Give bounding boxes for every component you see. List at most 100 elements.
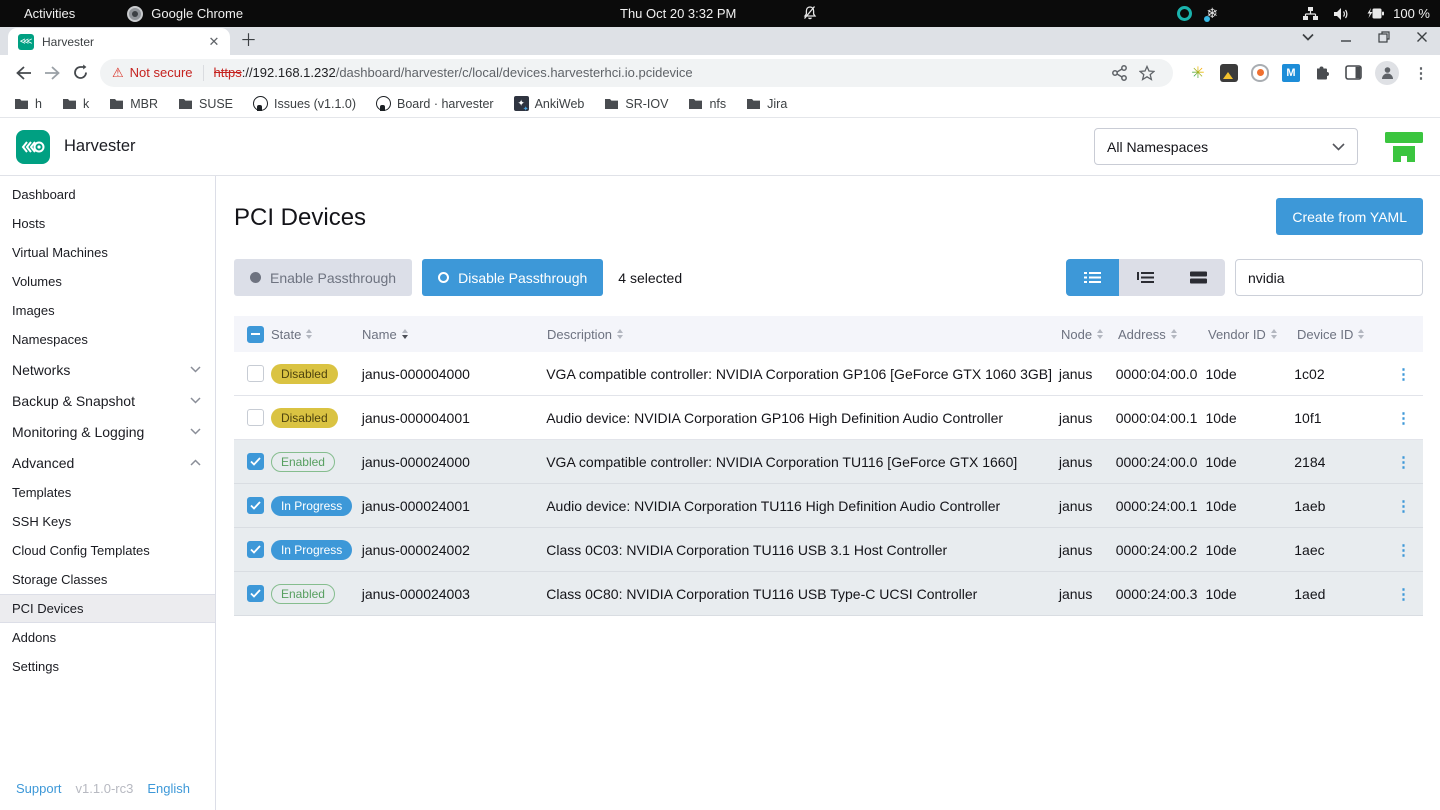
close-window-icon[interactable] [1416, 31, 1428, 43]
table-row[interactable]: Enabled janus-000024003 Class 0C80: NVID… [234, 572, 1423, 616]
sidebar-item-storage-classes[interactable]: Storage Classes [0, 565, 215, 594]
sidebar-group-advanced[interactable]: Advanced [0, 447, 215, 478]
sidebar-item-label: Templates [12, 485, 71, 500]
activities-button[interactable]: Activities [12, 6, 87, 21]
app-indicator-snowflake-icon[interactable]: ❄ [1206, 5, 1218, 22]
row-checkbox[interactable] [247, 497, 264, 514]
bookmark-folder-h[interactable]: h [14, 97, 42, 111]
sidebar-item-volumes[interactable]: Volumes [0, 267, 215, 296]
extension-colorful-icon[interactable]: ✳ [1189, 64, 1207, 82]
enable-passthrough-button[interactable]: Enable Passthrough [234, 259, 412, 296]
clock[interactable]: Thu Oct 20 3:32 PM [620, 0, 736, 27]
browser-tab-harvester[interactable]: ⋘ Harvester ✕ [8, 28, 230, 55]
sidebar-item-label: Storage Classes [12, 572, 107, 587]
view-cards-button[interactable] [1172, 259, 1225, 296]
sidebar-group-backup-snapshot[interactable]: Backup & Snapshot [0, 385, 215, 416]
network-icon[interactable] [1302, 6, 1319, 21]
minimize-icon[interactable] [1340, 31, 1352, 43]
column-header-device-id[interactable]: Device ID [1297, 327, 1399, 342]
bookmark-ankiweb[interactable]: ✦AnkiWeb [514, 96, 585, 111]
reload-button[interactable] [66, 59, 94, 87]
share-icon[interactable] [1105, 59, 1133, 87]
row-actions-kebab-icon[interactable]: ⋮ [1396, 454, 1411, 471]
profile-avatar[interactable] [1375, 61, 1399, 85]
address-bar[interactable]: ⚠ Not secure https://192.168.1.232/dashb… [100, 59, 1173, 87]
column-header-name[interactable]: Name [362, 327, 547, 342]
sidebar-item-cloud-config-templates[interactable]: Cloud Config Templates [0, 536, 215, 565]
extension-dark-icon[interactable] [1220, 64, 1238, 82]
extension-oval-icon[interactable] [1251, 64, 1269, 82]
bookmark-github-issues[interactable]: Issues (v1.1.0) [253, 96, 356, 111]
row-checkbox[interactable] [247, 409, 264, 426]
side-panel-icon[interactable] [1344, 64, 1362, 82]
column-header-node[interactable]: Node [1061, 327, 1118, 342]
row-checkbox[interactable] [247, 541, 264, 558]
bookmark-folder-suse[interactable]: SUSE [178, 97, 233, 111]
sidebar-item-settings[interactable]: Settings [0, 652, 215, 681]
tab-close-icon[interactable]: ✕ [206, 34, 222, 50]
rancher-logo[interactable] [1384, 129, 1424, 165]
language-link[interactable]: English [147, 781, 190, 796]
row-actions-kebab-icon[interactable]: ⋮ [1396, 586, 1411, 603]
sidebar-item-namespaces[interactable]: Namespaces [0, 325, 215, 354]
bookmark-folder-sriov[interactable]: SR-IOV [604, 97, 668, 111]
row-actions-kebab-icon[interactable]: ⋮ [1396, 498, 1411, 515]
sidebar-item-pci-devices[interactable]: PCI Devices [0, 594, 215, 623]
sidebar-group-monitoring-logging[interactable]: Monitoring & Logging [0, 416, 215, 447]
security-warning-icon[interactable]: ⚠ [112, 65, 124, 81]
bookmark-folder-k[interactable]: k [62, 97, 89, 111]
volume-icon[interactable] [1333, 7, 1349, 21]
bookmark-github-board[interactable]: Board · harvester [376, 96, 494, 111]
search-input[interactable] [1235, 259, 1423, 296]
sidebar-item-templates[interactable]: Templates [0, 478, 215, 507]
select-all-checkbox[interactable] [247, 326, 264, 343]
view-grouped-button[interactable] [1119, 259, 1172, 296]
column-header-vendor-id[interactable]: Vendor ID [1208, 327, 1297, 342]
view-list-button[interactable] [1066, 259, 1119, 296]
table-row[interactable]: Disabled janus-000004001 Audio device: N… [234, 396, 1423, 440]
row-actions-kebab-icon[interactable]: ⋮ [1396, 410, 1411, 427]
battery-icon[interactable] [1363, 7, 1385, 20]
sidebar-group-networks[interactable]: Networks [0, 354, 215, 385]
row-checkbox[interactable] [247, 365, 264, 382]
column-header-description[interactable]: Description [547, 327, 1061, 342]
create-from-yaml-button[interactable]: Create from YAML [1276, 198, 1423, 235]
sidebar-item-hosts[interactable]: Hosts [0, 209, 215, 238]
new-tab-button[interactable]: ＋ [240, 26, 257, 51]
page-url[interactable]: https://192.168.1.232/dashboard/harveste… [214, 65, 693, 80]
bookmark-folder-jira[interactable]: Jira [746, 97, 787, 111]
row-actions-kebab-icon[interactable]: ⋮ [1396, 366, 1411, 383]
row-checkbox[interactable] [247, 453, 264, 470]
sidebar-item-addons[interactable]: Addons [0, 623, 215, 652]
table-row[interactable]: Disabled janus-000004000 VGA compatible … [234, 352, 1423, 396]
app-indicator-ring-icon[interactable] [1177, 6, 1192, 21]
namespace-filter-select[interactable]: All Namespaces [1094, 128, 1358, 165]
sidebar-item-images[interactable]: Images [0, 296, 215, 325]
focused-app-indicator[interactable]: Google Chrome [127, 6, 243, 22]
harvester-logo[interactable] [16, 130, 50, 164]
row-checkbox[interactable] [247, 585, 264, 602]
bookmark-folder-mbr[interactable]: MBR [109, 97, 158, 111]
column-header-address[interactable]: Address [1118, 327, 1208, 342]
notifications-muted-icon[interactable] [802, 5, 818, 21]
tab-search-chevron-icon[interactable] [1302, 33, 1314, 41]
extension-m-icon[interactable]: M [1282, 64, 1300, 82]
support-link[interactable]: Support [16, 781, 62, 796]
sidebar-item-ssh-keys[interactable]: SSH Keys [0, 507, 215, 536]
sidebar-item-virtual-machines[interactable]: Virtual Machines [0, 238, 215, 267]
disable-passthrough-button[interactable]: Disable Passthrough [422, 259, 603, 296]
row-actions-kebab-icon[interactable]: ⋮ [1396, 542, 1411, 559]
table-row[interactable]: In Progress janus-000024002 Class 0C03: … [234, 528, 1423, 572]
table-row[interactable]: In Progress janus-000024001 Audio device… [234, 484, 1423, 528]
column-header-state[interactable]: State [271, 327, 362, 342]
browser-menu-kebab-icon[interactable]: ⋮ [1412, 64, 1430, 82]
forward-button[interactable] [38, 59, 66, 87]
bookmark-star-icon[interactable] [1133, 59, 1161, 87]
table-row[interactable]: Enabled janus-000024000 VGA compatible c… [234, 440, 1423, 484]
back-button[interactable] [10, 59, 38, 87]
not-secure-label[interactable]: Not secure [130, 65, 193, 80]
sidebar-item-dashboard[interactable]: Dashboard [0, 180, 215, 209]
restore-icon[interactable] [1378, 31, 1390, 43]
extensions-puzzle-icon[interactable] [1313, 64, 1331, 82]
bookmark-folder-nfs[interactable]: nfs [688, 97, 726, 111]
